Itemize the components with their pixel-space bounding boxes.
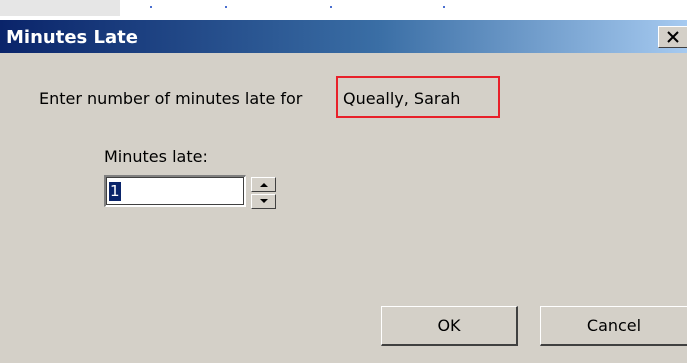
spin-down-button[interactable] xyxy=(251,194,276,209)
prompt-text: Enter number of minutes late for xyxy=(39,89,303,108)
minutes-late-input[interactable]: 1 xyxy=(104,175,246,207)
background-dot xyxy=(150,6,152,8)
dialog-title: Minutes Late xyxy=(6,27,138,48)
dialog-titlebar[interactable]: Minutes Late xyxy=(0,20,687,53)
screen: Minutes Late Enter number of minutes lat… xyxy=(0,0,687,363)
spin-up-button[interactable] xyxy=(251,177,276,192)
chevron-up-icon xyxy=(260,183,268,187)
minutes-late-dialog: Minutes Late Enter number of minutes lat… xyxy=(0,20,687,363)
close-icon xyxy=(667,31,679,43)
close-button[interactable] xyxy=(658,26,687,48)
chevron-down-icon xyxy=(260,199,268,203)
ok-button[interactable]: OK xyxy=(381,306,518,346)
minutes-late-label: Minutes late: xyxy=(104,147,208,166)
background-window-strip xyxy=(0,0,687,20)
student-name: Queally, Sarah xyxy=(343,89,461,108)
minutes-late-value: 1 xyxy=(109,182,121,201)
background-dot xyxy=(443,6,445,8)
background-tab xyxy=(0,0,120,16)
background-dot xyxy=(330,6,332,8)
cancel-button[interactable]: Cancel xyxy=(540,306,687,346)
background-dot xyxy=(225,6,227,8)
